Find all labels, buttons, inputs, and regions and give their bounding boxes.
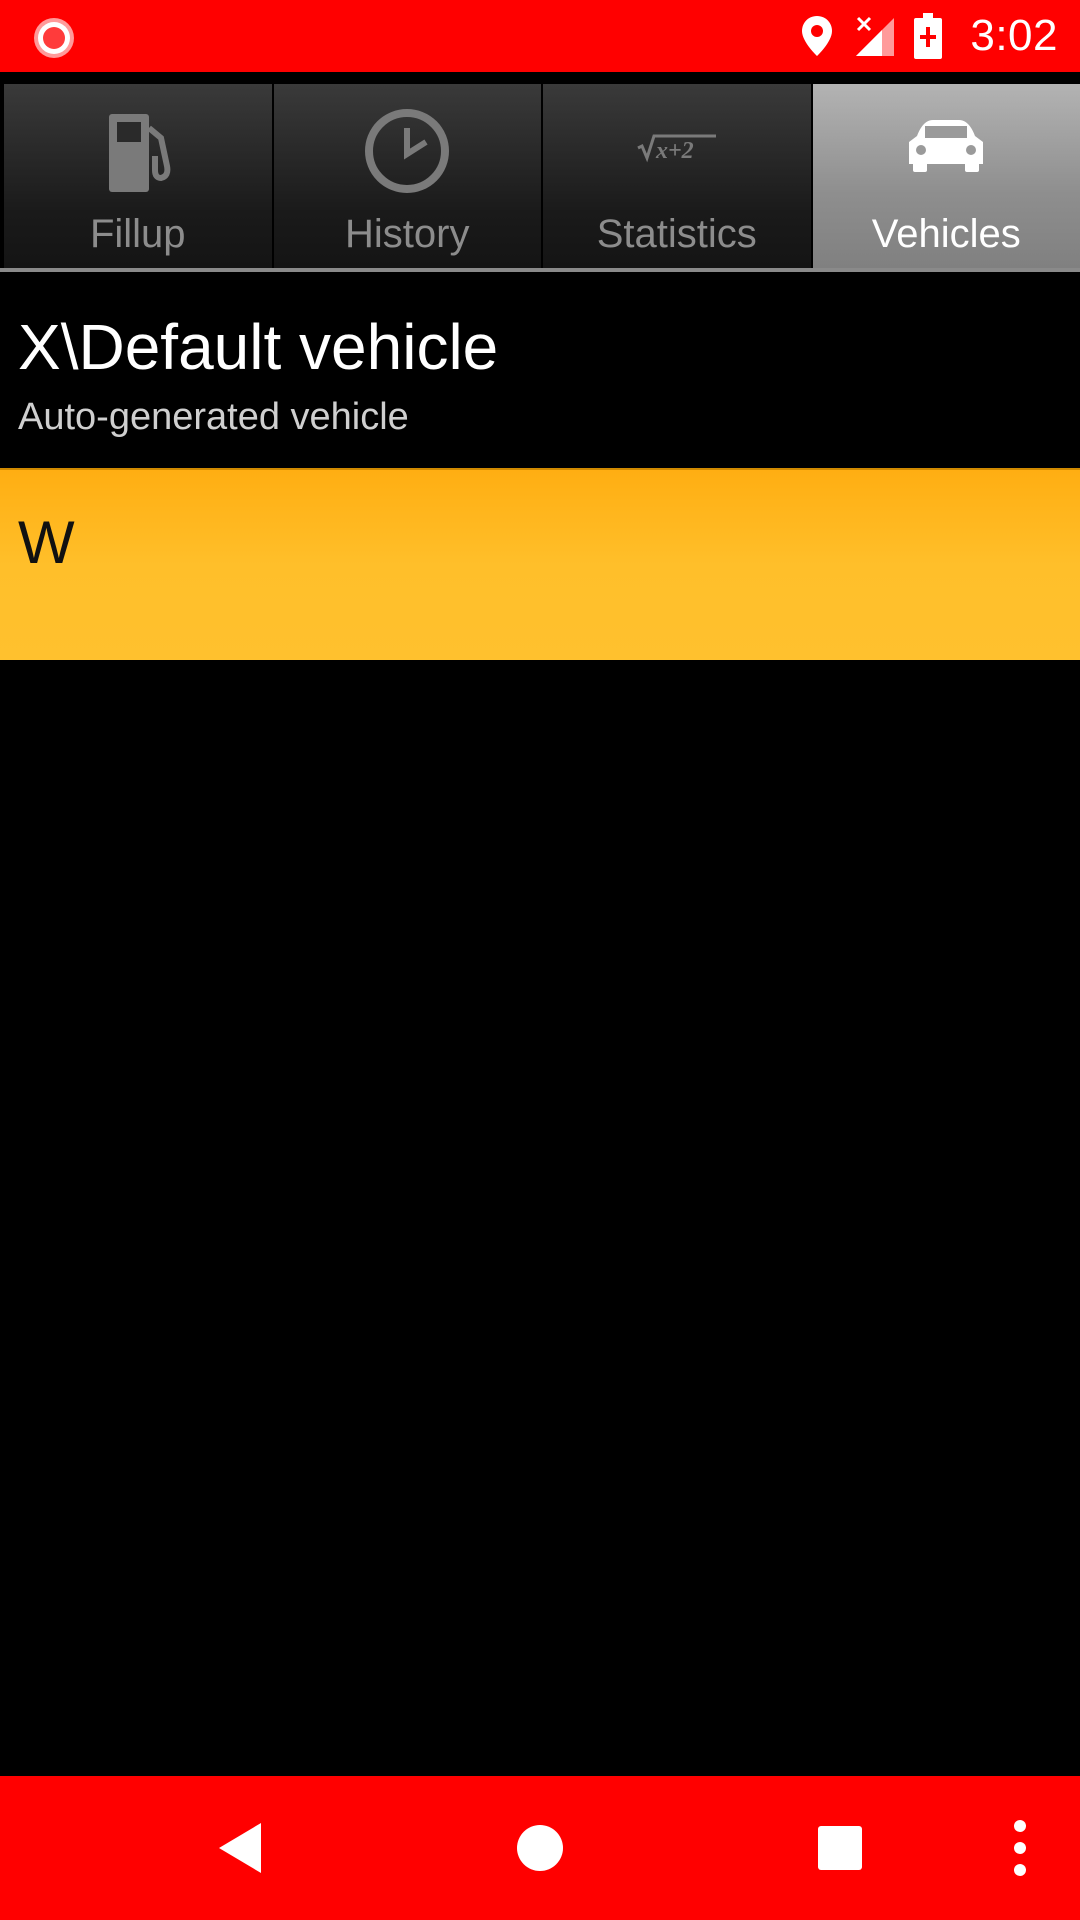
tab-history-label: History [345,212,470,256]
vehicle-list: X\Default vehicle Auto-generated vehicle… [0,272,1080,660]
signal-no-service-icon [856,16,895,56]
sqrt-x-plus-2-icon: x+2 [632,106,722,196]
tab-vehicles[interactable]: Vehicles [812,84,1080,268]
vehicle-name: W [18,509,75,576]
tab-statistics-label: Statistics [596,212,757,256]
vehicle-item-default[interactable]: X\Default vehicle Auto-generated vehicle [0,272,1080,468]
home-button[interactable] [480,1776,600,1920]
fuel-pump-icon [93,106,183,196]
recents-icon [818,1826,862,1870]
record-icon [34,18,74,58]
battery-charging-icon [914,13,943,59]
back-button[interactable] [180,1776,300,1920]
tab-statistics[interactable]: x+2 Statistics [543,84,811,268]
vehicle-name: X\Default vehicle [18,311,499,383]
clock-icon [362,106,452,196]
more-options-icon [1014,1820,1026,1876]
navigation-bar [0,1776,1080,1920]
home-icon [517,1825,563,1871]
tab-vehicles-label: Vehicles [871,212,1021,256]
recents-button[interactable] [780,1776,900,1920]
location-icon [802,16,833,56]
tabs-top-border [0,72,1080,84]
vehicle-item-w[interactable]: W [0,468,1080,660]
svg-text:x+2: x+2 [655,138,694,164]
tab-fillup[interactable]: Fillup [4,84,272,268]
car-icon [901,106,991,196]
status-time: 3:02 [970,11,1058,60]
status-bar: 3:02 [0,0,1080,72]
back-icon [219,1823,261,1873]
vehicle-description: Auto-generated vehicle [18,396,409,438]
tab-fillup-label: Fillup [89,212,186,256]
more-options-button[interactable] [960,1776,1080,1920]
tab-history[interactable]: History [273,84,541,268]
tab-bar: Fillup History x+2 Statistics Vehicles [0,84,1080,272]
